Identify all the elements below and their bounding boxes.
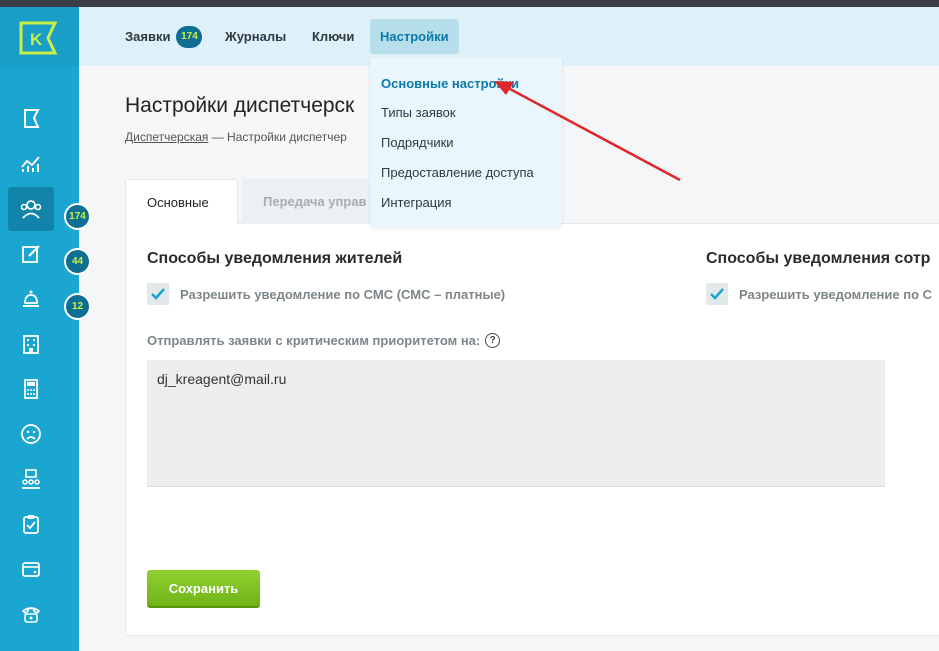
content-tab-main[interactable]: Основные <box>125 179 238 224</box>
staff-sms-checkbox[interactable] <box>706 283 728 305</box>
analytics-icon[interactable] <box>8 142 54 186</box>
phone-icon[interactable] <box>8 592 54 636</box>
settings-dropdown: Основные настройки Типы заявок Подрядчик… <box>370 58 562 227</box>
content-tab-transfer-label: Передача управ <box>263 194 367 209</box>
content-tab-main-label: Основные <box>147 194 209 210</box>
dropdown-item-main-settings[interactable]: Основные настройки <box>381 76 519 91</box>
staff-sms-label: Разрешить уведомление по С <box>739 286 933 302</box>
window-top-strip <box>0 0 939 7</box>
dropdown-item-access[interactable]: Предоставление доступа <box>381 165 534 180</box>
tab-requests-badge: 174 <box>176 25 203 48</box>
bell-icon[interactable] <box>8 277 54 321</box>
critical-priority-label: Отправлять заявки с критическим приорите… <box>147 333 501 348</box>
sidebar: K 174 44 12 <box>0 7 91 651</box>
dropdown-item-contractors[interactable]: Подрядчики <box>381 135 454 150</box>
wallet-icon[interactable] <box>8 547 54 591</box>
flag-icon[interactable] <box>8 97 54 141</box>
staff-sms-option[interactable]: Разрешить уведомление по С <box>706 283 932 305</box>
tab-requests-label: Заявки <box>125 29 171 44</box>
staff-section-title: Способы уведомления сотр <box>706 250 931 267</box>
help-icon[interactable]: ? <box>485 333 501 348</box>
sad-face-icon[interactable] <box>8 412 54 456</box>
residents-icon[interactable] <box>8 187 54 231</box>
check-icon <box>710 288 724 300</box>
residents-sms-label: Разрешить уведомление по СМС (СМС – плат… <box>180 286 506 302</box>
tab-journals-label: Журналы <box>225 29 287 44</box>
residents-section-title: Способы уведомления жителей <box>147 250 403 267</box>
tab-requests[interactable]: Заявки 174 <box>115 19 212 54</box>
tab-keys[interactable]: Ключи <box>302 19 364 54</box>
tab-settings[interactable]: Настройки <box>370 19 459 54</box>
breadcrumb-link-dispatch[interactable]: Диспетчерская <box>125 130 208 144</box>
clipboard-check-icon[interactable] <box>8 502 54 546</box>
sidebar-badge-keys: 12 <box>64 293 91 320</box>
tab-settings-label: Настройки <box>380 29 449 44</box>
logo-icon: K <box>19 21 58 55</box>
edit-icon[interactable] <box>8 232 54 276</box>
dropdown-item-request-types[interactable]: Типы заявок <box>381 105 456 120</box>
breadcrumb: Диспетчерская — Настройки диспетчер <box>125 130 347 144</box>
sidebar-badge-requests: 174 <box>64 203 91 230</box>
dropdown-item-integration[interactable]: Интеграция <box>381 195 452 210</box>
critical-priority-text: Отправлять заявки с критическим приорите… <box>147 333 481 348</box>
logo-area[interactable]: K <box>0 7 79 67</box>
tab-keys-label: Ключи <box>312 29 355 44</box>
breadcrumb-current: — Настройки диспетчер <box>208 130 347 144</box>
critical-email-textarea[interactable]: dj_kreagent@mail.ru <box>147 360 885 487</box>
save-button[interactable]: Сохранить <box>147 570 260 608</box>
residents-sms-checkbox[interactable] <box>147 283 169 305</box>
tab-journals[interactable]: Журналы <box>215 19 296 54</box>
sidebar-badge-journals: 44 <box>64 248 91 275</box>
calculator-icon[interactable] <box>8 367 54 411</box>
building-icon[interactable] <box>8 322 54 366</box>
residents-sms-option[interactable]: Разрешить уведомление по СМС (СМС – плат… <box>147 283 505 305</box>
check-icon <box>151 288 165 300</box>
page-title: Настройки диспетчерск <box>125 94 355 117</box>
calendar-icon[interactable] <box>8 637 54 651</box>
team-icon[interactable] <box>8 457 54 501</box>
svg-text:K: K <box>30 30 43 49</box>
